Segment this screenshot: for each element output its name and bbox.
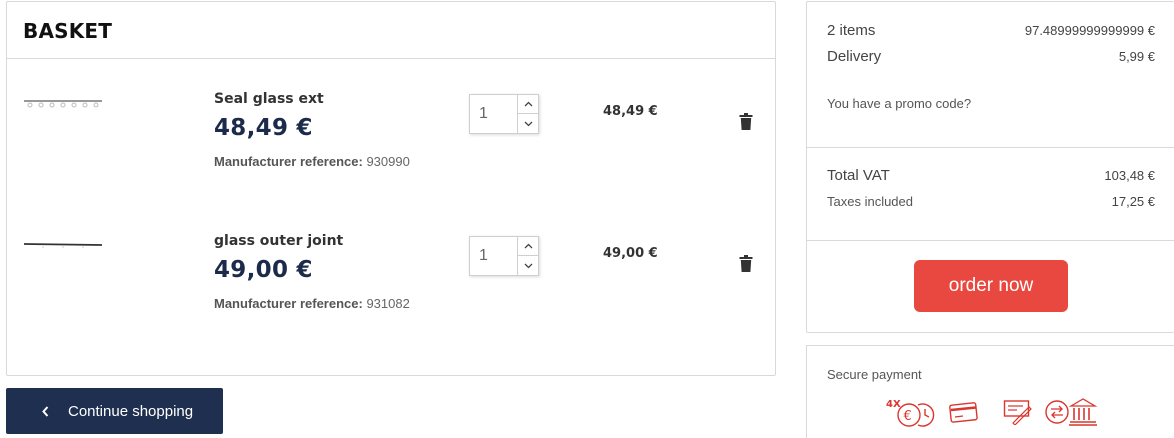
manufacturer-reference: Manufacturer reference: 931082: [214, 296, 410, 311]
promo-code-link[interactable]: You have a promo code?: [827, 96, 971, 111]
manufacturer-reference: Manufacturer reference: 930990: [214, 154, 410, 169]
taxes-value: 17,25 €: [1111, 194, 1155, 209]
delete-item-icon[interactable]: [739, 255, 753, 272]
total-value: 103,48 €: [1104, 168, 1155, 183]
chevron-up-icon: [524, 101, 533, 107]
order-summary-panel: 2 items 97.48999999999999 € Delivery 5,9…: [806, 1, 1174, 333]
line-total: 49,00 €: [603, 246, 658, 261]
basket-item: Seal glass ext 48,49 € Manufacturer refe…: [7, 90, 775, 200]
basket-title: BASKET: [7, 2, 775, 59]
summary-divider: [807, 240, 1174, 241]
reference-value: 931082: [366, 296, 410, 311]
cheque-icon: [1003, 400, 1032, 425]
chevron-down-icon: [524, 121, 533, 126]
delivery-value: 5,99 €: [1118, 49, 1155, 64]
reference-value: 930990: [366, 154, 410, 169]
secure-payment-panel: Secure payment 4X €: [806, 345, 1174, 438]
quantity-increase-button[interactable]: [517, 237, 539, 256]
quantity-stepper: [469, 94, 539, 134]
delivery-row: Delivery 5,99 €: [827, 48, 1155, 65]
product-price: 49,00 €: [214, 257, 313, 283]
total-label: Total VAT: [827, 167, 890, 184]
svg-text:€: €: [904, 409, 912, 424]
product-name[interactable]: Seal glass ext: [214, 91, 324, 107]
items-subtotal-row: 2 items 97.48999999999999 €: [827, 22, 1155, 39]
delete-item-icon[interactable]: [739, 113, 753, 130]
reference-label: Manufacturer reference:: [214, 154, 363, 169]
product-price: 48,49 €: [214, 115, 313, 141]
basket-item: glass outer joint 49,00 € Manufacturer r…: [7, 232, 775, 342]
installments-4x-icon: 4X €: [886, 399, 935, 427]
chevron-up-icon: [524, 243, 533, 249]
taxes-row: Taxes included 17,25 €: [827, 194, 1155, 209]
chevron-down-icon: [524, 263, 533, 268]
order-now-button[interactable]: order now: [914, 260, 1068, 312]
items-subtotal-value: 97.48999999999999 €: [1024, 23, 1155, 38]
quantity-input[interactable]: [470, 95, 517, 133]
quantity-input[interactable]: [470, 237, 517, 275]
chevron-left-icon: [42, 405, 49, 417]
line-total: 48,49 €: [603, 104, 658, 119]
summary-divider: [807, 147, 1174, 148]
reference-label: Manufacturer reference:: [214, 296, 363, 311]
quantity-decrease-button[interactable]: [517, 114, 539, 133]
secure-payment-title: Secure payment: [827, 367, 922, 382]
quantity-stepper: [469, 236, 539, 276]
continue-shopping-label: Continue shopping: [68, 402, 194, 420]
delivery-label: Delivery: [827, 48, 882, 65]
credit-card-icon: [949, 402, 978, 423]
bank-transfer-icon: [1045, 398, 1098, 426]
product-thumbnail[interactable]: [23, 92, 103, 112]
basket-panel: BASKET Seal glass ext 48,49 € Manufactur…: [6, 1, 776, 376]
quantity-decrease-button[interactable]: [517, 256, 539, 275]
taxes-label: Taxes included: [827, 194, 913, 209]
installments-badge: 4X: [886, 399, 901, 410]
product-name[interactable]: glass outer joint: [214, 233, 343, 249]
continue-shopping-button[interactable]: Continue shopping: [6, 388, 223, 434]
total-row: Total VAT 103,48 €: [827, 167, 1155, 184]
quantity-increase-button[interactable]: [517, 95, 539, 114]
product-thumbnail[interactable]: [23, 234, 103, 254]
items-count-label: 2 items: [827, 22, 876, 39]
